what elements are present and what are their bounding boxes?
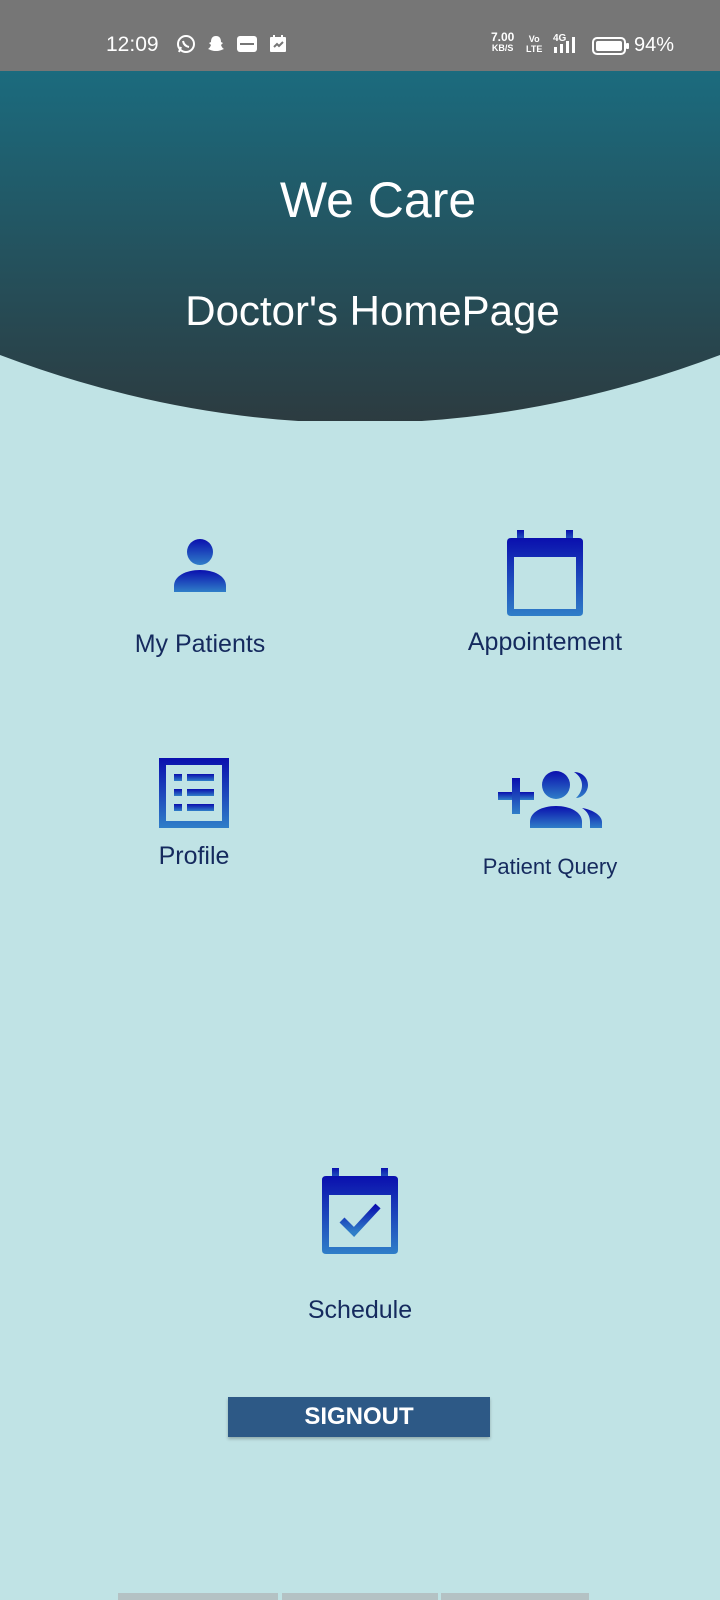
app-title: We Care bbox=[279, 172, 477, 228]
calendar-notification-icon bbox=[270, 35, 286, 52]
header-background bbox=[0, 71, 720, 421]
list-icon bbox=[159, 758, 229, 828]
volte-bottom: LTE bbox=[526, 44, 543, 54]
bottom-tab-1 bbox=[118, 1593, 278, 1600]
volte-top: Vo bbox=[528, 34, 540, 44]
schedule-label: Schedule bbox=[307, 1296, 413, 1324]
schedule-tile[interactable]: Schedule bbox=[280, 1168, 440, 1325]
signout-button[interactable]: SIGNOUT bbox=[228, 1397, 490, 1437]
volte-indicator: Vo LTE bbox=[526, 34, 542, 54]
doctor-home-screen: 12:09 7.00 KB/S Vo LTE 4G 94% We Care Do… bbox=[0, 0, 720, 1600]
patient-query-tile[interactable]: Patient Query bbox=[460, 770, 640, 880]
patient-query-label: Patient Query bbox=[482, 854, 618, 879]
network-type: 4G bbox=[553, 33, 567, 44]
snapchat-icon bbox=[208, 36, 224, 51]
add-group-icon bbox=[498, 771, 602, 828]
profile-tile[interactable]: Profile bbox=[120, 758, 268, 871]
battery-level: 94% bbox=[634, 34, 675, 56]
network-speed-unit: KB/S bbox=[491, 43, 514, 53]
appointment-label: Appointement bbox=[467, 628, 623, 656]
calendar-check-icon bbox=[322, 1168, 398, 1254]
appointment-tile[interactable]: Appointement bbox=[440, 530, 650, 657]
whatsapp-icon bbox=[177, 35, 195, 53]
bottom-tab-3 bbox=[441, 1593, 589, 1600]
notification-icons bbox=[176, 34, 288, 54]
status-bar: 12:09 7.00 KB/S Vo LTE 4G 94% bbox=[0, 0, 720, 71]
status-time: 12:09 bbox=[106, 33, 159, 56]
profile-label: Profile bbox=[158, 842, 230, 870]
page-title: Doctor's HomePage bbox=[185, 287, 560, 334]
battery-icon bbox=[592, 37, 629, 55]
app-notification-icon bbox=[237, 36, 257, 52]
person-icon bbox=[174, 539, 226, 592]
my-patients-label: My Patients bbox=[134, 630, 266, 658]
network-speed: 7.00 KB/S bbox=[491, 30, 515, 54]
calendar-icon bbox=[507, 530, 583, 616]
header-banner bbox=[0, 71, 720, 421]
network-speed-value: 7.00 bbox=[491, 30, 515, 44]
signal-icon: 4G bbox=[553, 33, 575, 53]
bottom-tab-2 bbox=[282, 1593, 438, 1600]
my-patients-tile[interactable]: My Patients bbox=[110, 534, 290, 659]
